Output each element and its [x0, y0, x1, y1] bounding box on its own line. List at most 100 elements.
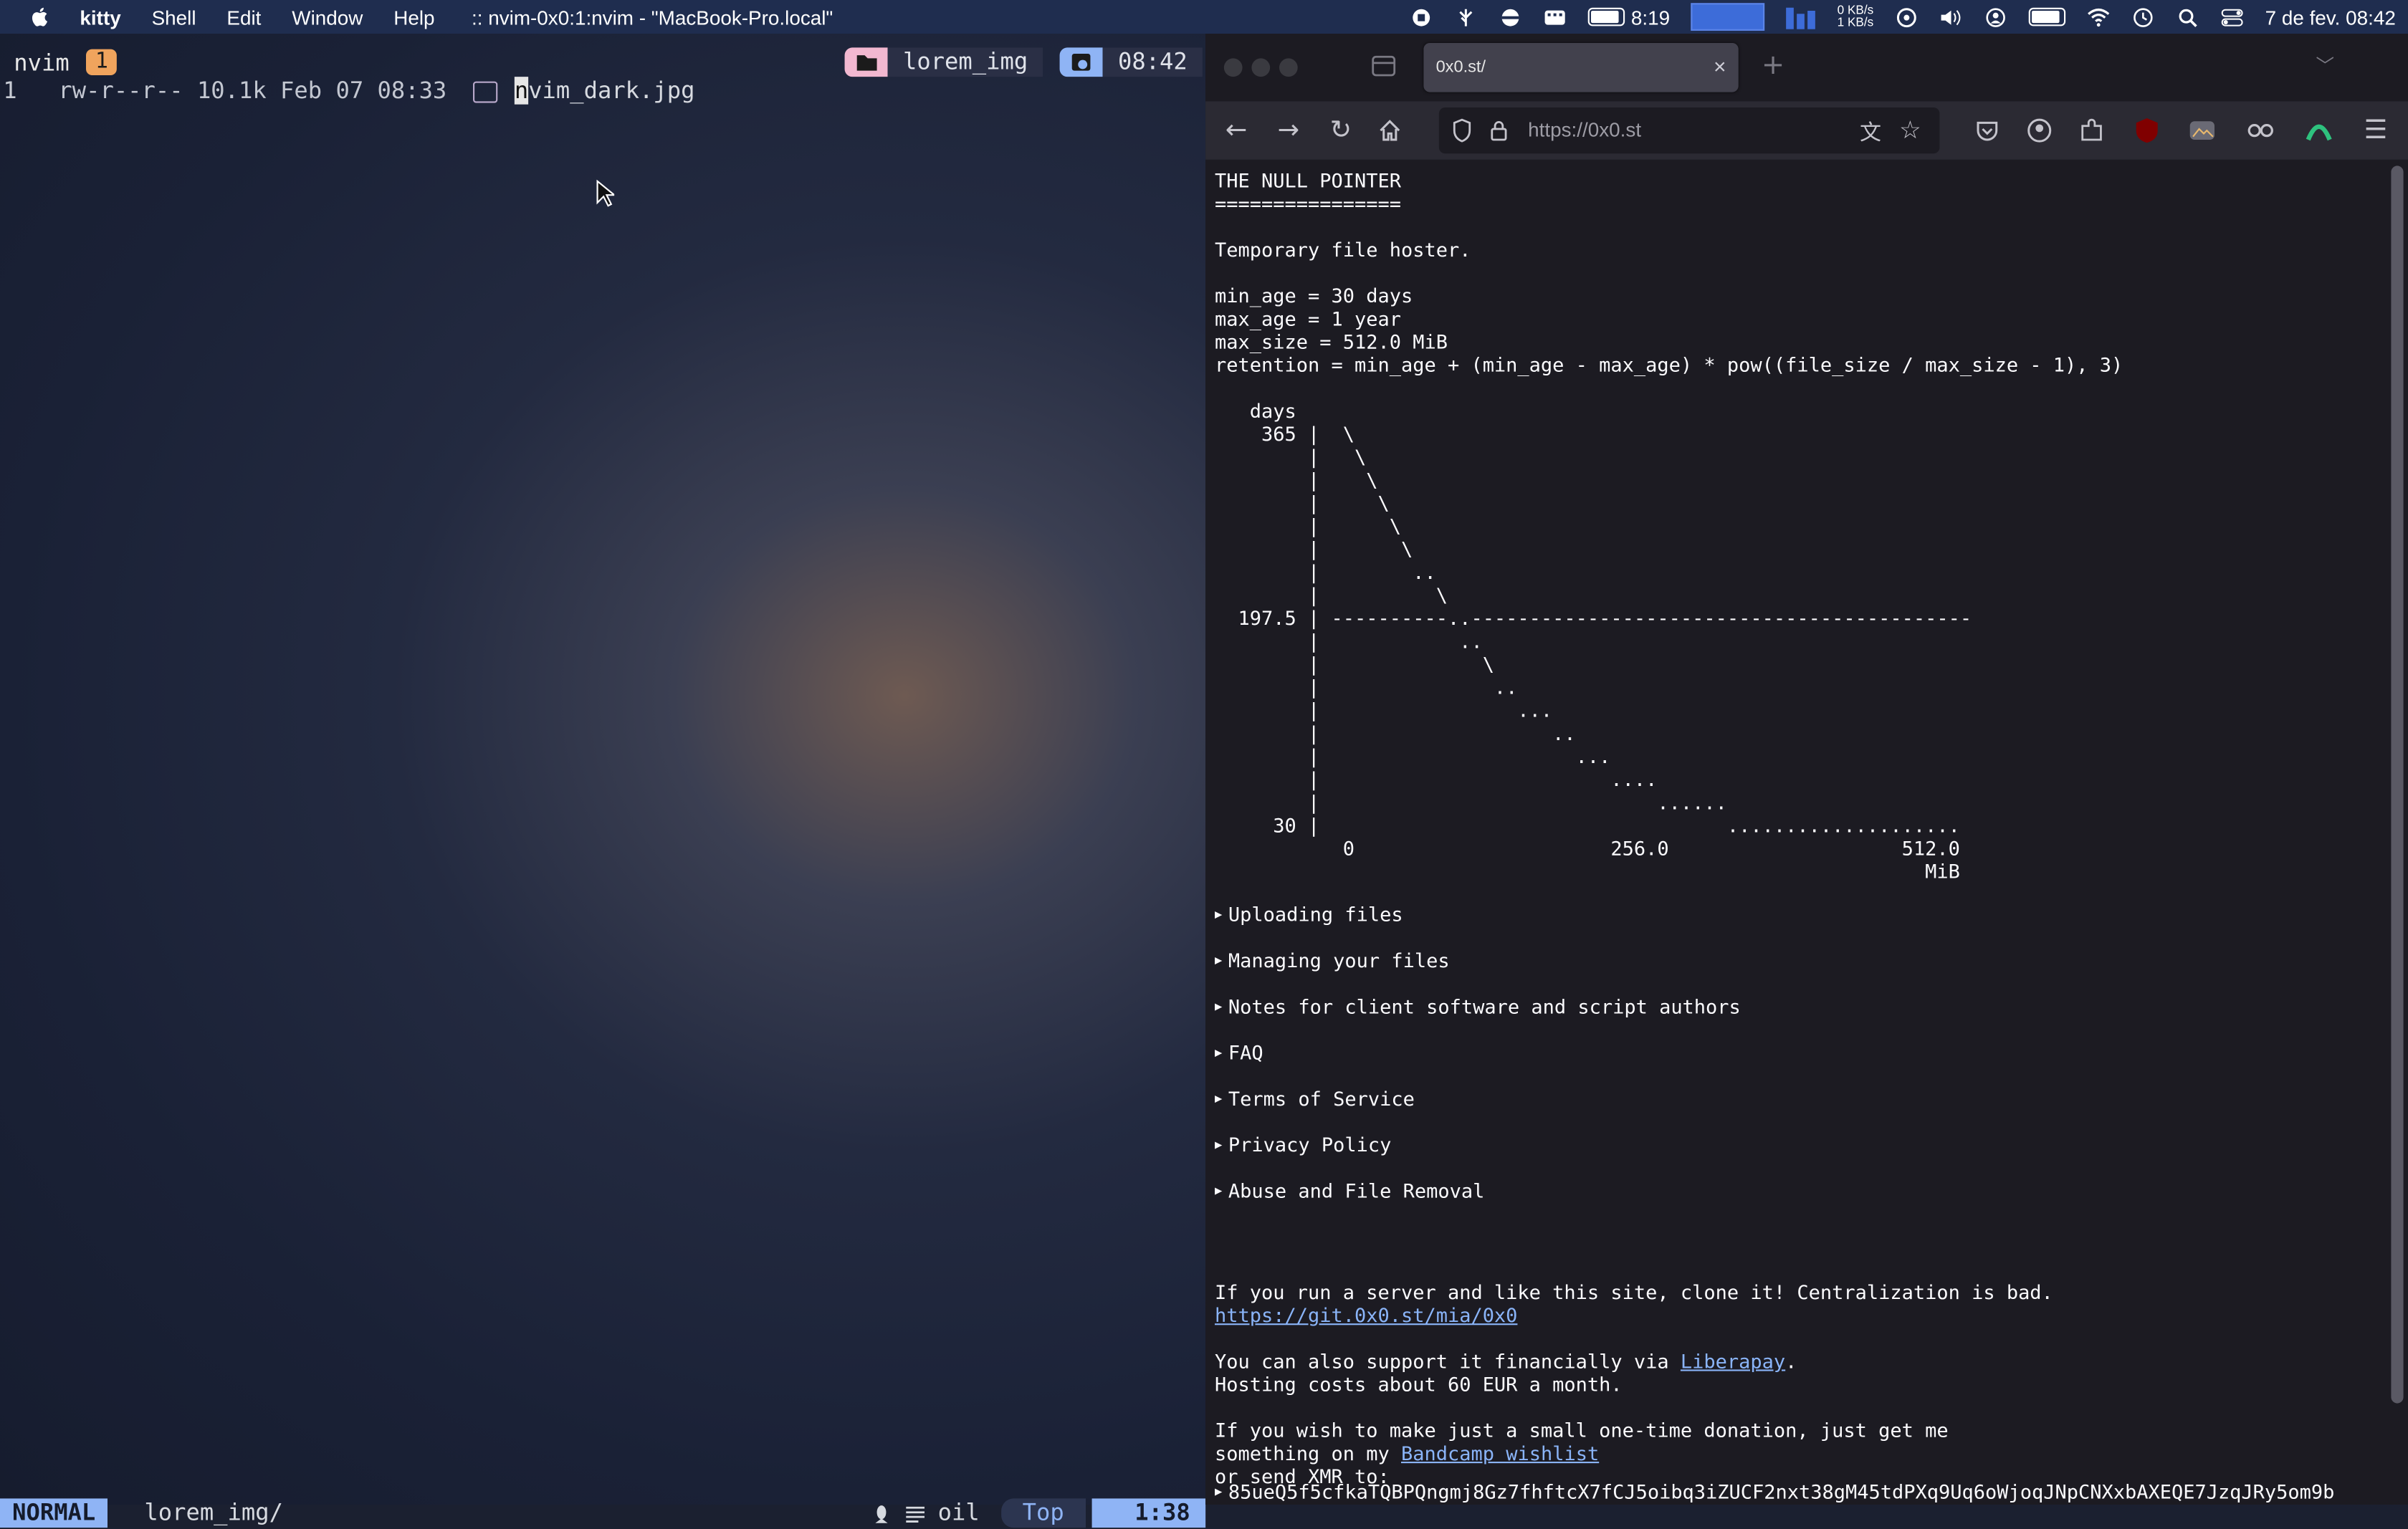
line-number: 1 — [3, 77, 17, 105]
nvim-tabline: nvim 1 lorem_img 08:42 — [0, 46, 1205, 80]
firefox-navbar: ← → ↻ https://0x0.st 文 ☆ ☰ — [1205, 101, 2408, 160]
mouse-pointer-icon — [596, 179, 615, 207]
extension-arc-icon[interactable] — [2305, 117, 2333, 145]
oil-file-entry[interactable]: 1 rw-r--r-- 10.1k Feb 07 08:33 nvim_dark… — [0, 77, 1205, 105]
battery-level-icon[interactable] — [2028, 7, 2066, 27]
linux-tux-icon — [874, 1505, 887, 1523]
zoom-window-button[interactable] — [1279, 58, 1298, 77]
keyboard-icon[interactable] — [1544, 7, 1567, 27]
apple-logo-icon[interactable] — [28, 4, 52, 29]
page-header-and-chart: THE NULL POINTER ================ Tempor… — [1215, 168, 2123, 883]
donation-prefix: something on my — [1215, 1442, 1401, 1465]
collapsible-sections: ▶ Uploading files ▶ Managing your files ▶ N… — [1215, 903, 1741, 1225]
bookmark-star-icon[interactable]: ☆ — [1899, 115, 1921, 145]
firefox-window: 0x0.st/ × + ﹀ ← → ↻ https://0x0.st 文 ☆ ☰… — [1205, 34, 2408, 1505]
battery-time: 8:19 — [1630, 5, 1671, 29]
extension-glasses-icon[interactable] — [2247, 117, 2275, 145]
home-icon[interactable] — [1377, 118, 1402, 143]
nvim-statusline: NORMAL lorem_img/ oil Top 1:38 — [0, 1495, 1206, 1529]
cpu-graph[interactable] — [1691, 3, 1765, 31]
back-arrow-icon[interactable]: ← — [1221, 115, 1252, 146]
user-icon[interactable] — [1984, 7, 2007, 27]
tracking-protection-shield-icon[interactable] — [1451, 118, 1473, 143]
disclosure-triangle-icon: ▶ — [1215, 907, 1223, 921]
menu-shell[interactable]: Shell — [152, 6, 196, 29]
browser-tab-active[interactable]: 0x0.st/ × — [1423, 43, 1739, 92]
page-footer: If you run a server and like this site, … — [1215, 1280, 2053, 1487]
file-name[interactable]: nvim_dark.jpg — [514, 77, 695, 105]
list-all-tabs-chevron-icon[interactable]: ﹀ — [2316, 52, 2334, 78]
folder-name: lorem_img — [887, 47, 1043, 77]
vim-mode: NORMAL — [0, 1498, 108, 1528]
ublock-origin-icon[interactable] — [2133, 117, 2161, 145]
page-scrollbar[interactable] — [2391, 166, 2404, 1404]
lock-icon[interactable] — [1490, 118, 1509, 143]
close-window-button[interactable] — [1223, 58, 1243, 77]
tab-title: 0x0.st/ — [1435, 58, 1486, 77]
close-tab-icon[interactable]: × — [1714, 54, 1726, 78]
firefox-view-icon[interactable] — [1372, 55, 1396, 77]
section-privacy-policy[interactable]: ▶ Privacy Policy — [1215, 1133, 1741, 1179]
clone-text: If you run a server and like this site, … — [1215, 1280, 2053, 1304]
minimize-window-button[interactable] — [1251, 58, 1271, 77]
xmr-address-row[interactable]: ▶ 85ueQ5f5cfkaTQBPQngmj8Gz7fhftcX7fCJ5oib… — [1215, 1480, 2334, 1503]
section-faq[interactable]: ▶ FAQ — [1215, 1041, 1741, 1087]
bandcamp-wishlist-link[interactable]: Bandcamp wishlist — [1401, 1442, 1599, 1465]
filetype: oil — [937, 1498, 980, 1526]
donation-line: If you wish to make just a small one-tim… — [1215, 1418, 1949, 1442]
git-repo-link[interactable]: https://git.0x0.st/mia/0x0 — [1215, 1303, 1517, 1326]
hamburger-menu-icon[interactable]: ☰ — [2361, 115, 2392, 146]
spotlight-search-icon[interactable] — [2176, 7, 2199, 27]
nvim-tab-name[interactable]: nvim — [14, 49, 69, 77]
section-abuse-file-removal[interactable]: ▶ Abuse and File Removal — [1215, 1179, 1741, 1225]
disclosure-triangle-icon: ▶ — [1215, 1184, 1223, 1198]
extension-landscape-icon[interactable] — [2189, 117, 2217, 145]
macos-menubar: kitty Shell Edit Window Help :: nvim-0x0… — [0, 0, 2408, 34]
nvim-tab-number[interactable]: 1 — [86, 49, 118, 75]
menu-window[interactable]: Window — [292, 6, 363, 29]
time-machine-icon[interactable] — [2131, 7, 2154, 27]
memory-graph[interactable] — [1786, 4, 1816, 29]
translate-icon[interactable]: 文 — [1860, 117, 1881, 148]
battery-icon[interactable] — [1587, 7, 1625, 27]
file-name-rest: vim_dark.jpg — [528, 77, 695, 105]
url-text[interactable]: https://0x0.st — [1528, 118, 1641, 141]
vpn-icon[interactable] — [1499, 7, 1522, 27]
image-file-icon — [473, 81, 498, 103]
menu-help[interactable]: Help — [393, 6, 434, 29]
account-icon[interactable] — [2025, 117, 2053, 145]
menu-app-kitty[interactable]: kitty — [80, 6, 120, 29]
support-suffix: . — [1785, 1349, 1797, 1373]
section-uploading-files[interactable]: ▶ Uploading files — [1215, 903, 1741, 949]
window-title: :: nvim-0x0:1:nvim - "MacBook-Pro.local" — [471, 5, 833, 29]
pocket-icon[interactable] — [1974, 117, 2002, 145]
section-client-notes[interactable]: ▶ Notes for client software and script au… — [1215, 995, 1741, 1041]
bluetooth-fork-icon[interactable] — [1454, 7, 1477, 27]
section-terms-of-service[interactable]: ▶ Terms of Service — [1215, 1087, 1741, 1133]
record-icon[interactable] — [1410, 7, 1433, 27]
filetype-lines-icon — [905, 1505, 924, 1522]
tailscale-icon[interactable] — [1895, 7, 1918, 27]
xmr-address: 85ueQ5f5cfkaTQBPQngmj8Gz7fhftcX7fCJ5oibq… — [1228, 1480, 2335, 1503]
menubar-clock[interactable]: 7 de fev. 08:42 — [2265, 6, 2396, 29]
disclosure-triangle-icon: ▶ — [1215, 953, 1223, 967]
nvim-clock: 08:42 — [1102, 47, 1203, 77]
reload-icon[interactable]: ↻ — [1325, 115, 1356, 146]
current-directory: lorem_img/ — [144, 1498, 283, 1526]
url-bar[interactable]: https://0x0.st 文 ☆ — [1438, 107, 1940, 154]
new-tab-button[interactable]: + — [1762, 49, 1784, 82]
disclosure-triangle-icon: ▶ — [1215, 1000, 1223, 1014]
kitty-terminal[interactable]: nvim 1 lorem_img 08:42 1 rw-r--r-- 10.1k… — [0, 34, 1206, 1528]
control-center-icon[interactable] — [2220, 7, 2243, 27]
liberapay-link[interactable]: Liberapay — [1681, 1350, 1785, 1373]
extensions-puzzle-icon[interactable] — [2078, 117, 2106, 145]
forward-arrow-icon[interactable]: → — [1273, 115, 1304, 146]
wifi-icon[interactable] — [2087, 7, 2110, 27]
volume-icon[interactable] — [1939, 7, 1962, 27]
network-speed[interactable]: 0 KB/s 1 KB/s — [1838, 4, 1874, 29]
calendar-clock-icon — [1059, 47, 1103, 77]
menu-edit[interactable]: Edit — [226, 6, 261, 29]
scroll-position: Top — [1000, 1498, 1086, 1528]
section-managing-files[interactable]: ▶ Managing your files — [1215, 949, 1741, 994]
text-cursor: n — [514, 77, 529, 105]
